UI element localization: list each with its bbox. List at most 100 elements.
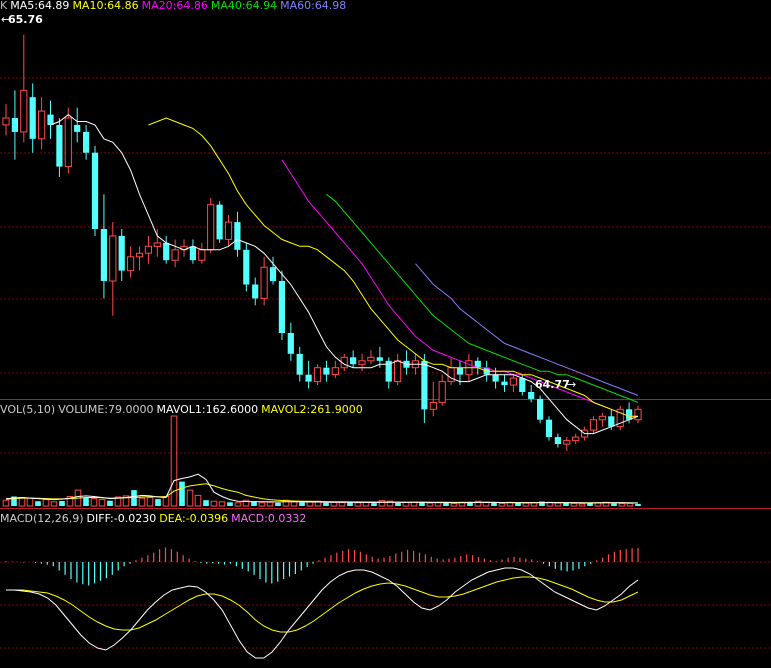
candle-body [350,357,357,365]
high-price-label: 65.76 [8,13,43,26]
candle-body [100,229,107,281]
volume-legend: VOL(5,10) VOLUME:79.0000 MAVOL1:162.6000 MA… [0,403,366,416]
volume-bar [35,501,41,506]
candle-body [456,367,464,375]
candle-body [509,377,517,386]
macd-legend: MACD(12,26,9) DIFF:-0.0230 DEA:-0.0396 MACD… [0,512,309,525]
volume-bar [50,501,58,507]
volume-bar [330,501,338,507]
candle-body [127,256,135,272]
candle-body [554,437,561,444]
volume-bar [395,502,401,506]
volume-bar [138,497,146,507]
candle-body [492,374,499,382]
ma10-line [148,117,638,417]
mavol2-label: MAVOL2:261.9000 [261,403,363,416]
volume-bar [306,501,314,507]
volume-bar [554,502,562,507]
volume-bar [450,503,458,507]
volume-label: VOLUME:79.0000 [58,403,154,416]
candle-body [64,117,72,168]
candle-body [144,245,153,254]
volume-bar [618,503,626,507]
ma10-label: MA10:64.86 [72,0,139,12]
candle-body [47,114,54,125]
candle-body [224,221,233,240]
volume-bar [323,502,329,506]
candle-body [589,419,598,431]
volume-bar [290,501,298,507]
volume-bar [83,497,89,506]
candle-body [608,416,615,427]
volume-bar [443,502,449,506]
candle-body [91,152,99,229]
candle-body [171,249,179,261]
candle-body [296,353,303,375]
volume-bar [498,502,506,507]
macd-title: MACD(12,26,9) [0,512,84,525]
price-title: K [0,0,8,12]
volume-bar [354,502,362,507]
diff-line [6,567,639,659]
candle-body [626,409,633,420]
candle-body [260,266,268,299]
candle-body [83,131,90,153]
ma20-label: MA20:64.86 [141,0,208,12]
candle-body [331,367,339,376]
diff-label: DIFF:-0.0230 [86,512,157,525]
candle-body [278,281,285,333]
candle-body [323,367,330,375]
volume-bar [218,501,226,507]
volume-bar [179,481,185,506]
ma40-line [326,193,639,403]
candle-body [358,360,366,365]
candle-body [376,357,383,361]
volume-bar [587,503,593,506]
candle-body [545,419,553,437]
candle-body [634,408,642,421]
volume-bar [299,502,305,506]
candle-body [367,356,375,362]
mavol1-line [5,473,639,504]
ma60-label: MA60:64.98 [280,0,347,12]
mavol1-label: MAVOL1:162.6000 [156,403,259,416]
volume-bar [635,503,641,506]
volume-bar [491,502,497,506]
volume-bar [210,500,218,507]
candle-body [421,360,428,410]
candle-body [153,242,161,247]
volume-bar [258,502,266,507]
volume-bar [186,489,194,507]
volume-bar [98,499,106,507]
candle-body [394,360,402,383]
low-price-label: 64.77 [535,378,570,391]
volume-bar [203,500,209,506]
volume-bar [434,502,442,507]
ma40-label: MA40:64.94 [210,0,278,12]
candle-body [135,252,144,258]
candle-body [38,110,46,140]
candle-body [20,89,28,133]
stock-chart[interactable]: ←→ 65.76 64.77 [0,0,771,668]
volume-bar [371,503,377,506]
volume-bar [378,500,386,507]
vol-title: VOL(5,10) [0,403,56,416]
candle-body [563,440,571,445]
candle-body [189,246,196,261]
candle-body [198,249,206,261]
candle-body [519,378,526,392]
volume-bar [2,499,10,507]
volume-bar [59,501,65,506]
volume-bar [611,503,617,506]
volume-bar [563,502,569,506]
candle-body [216,204,223,240]
volume-bar [26,497,34,507]
volume-bar [146,497,154,507]
volume-bar [522,502,530,507]
candle-body [234,222,241,250]
macd-panel[interactable] [5,547,639,659]
candle-body [207,204,215,251]
candle-body [438,381,446,403]
volume-bar [426,502,434,507]
volume-panel[interactable] [2,415,641,507]
